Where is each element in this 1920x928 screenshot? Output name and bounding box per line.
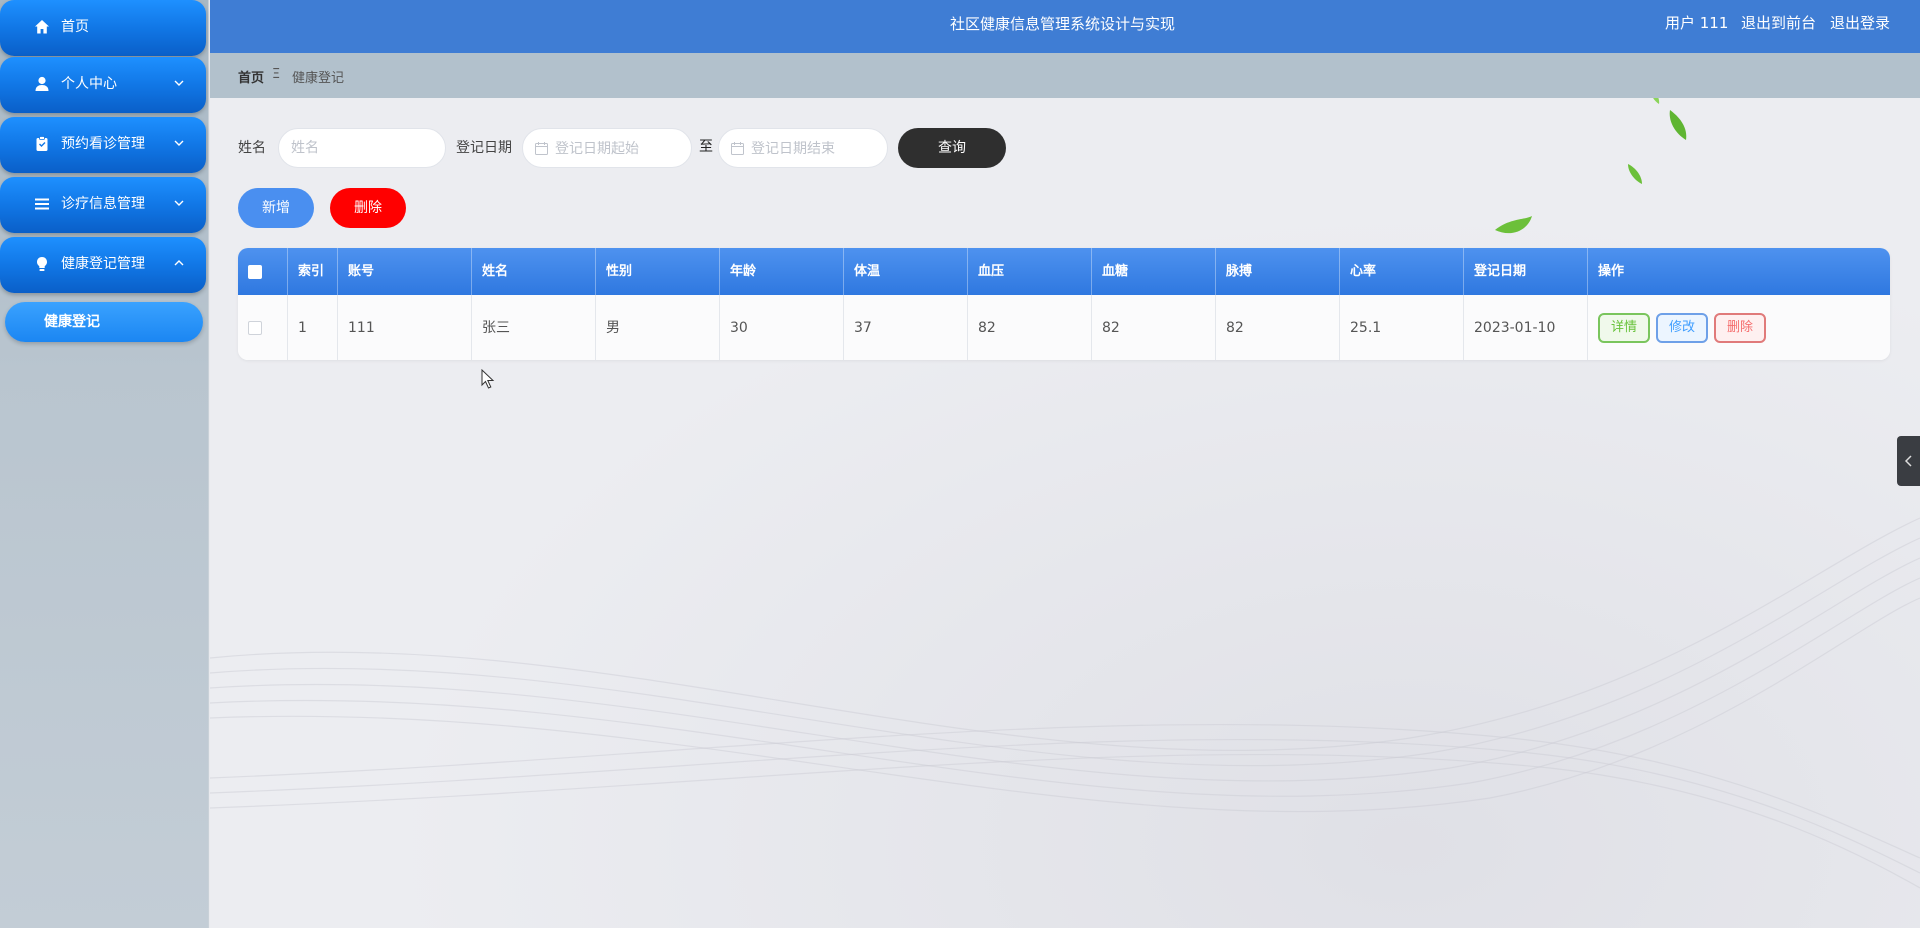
column-header: 姓名: [472, 248, 596, 295]
query-button[interactable]: 查询: [898, 128, 1006, 168]
cell-account: 111: [338, 295, 472, 360]
breadcrumb-home[interactable]: 首页: [238, 67, 264, 86]
select-all-checkbox[interactable]: [248, 265, 262, 279]
date-to-label: 至: [699, 139, 713, 155]
date-label: 登记日期: [456, 140, 512, 156]
column-header: 性别: [596, 248, 720, 295]
cell-actions: 详情 修改 删除: [1588, 295, 1890, 360]
chevron-up-icon: [174, 260, 184, 266]
column-header: 心率: [1340, 248, 1464, 295]
sidebar-item-label: 个人中心: [61, 76, 117, 92]
app-title: 社区健康信息管理系统设计与实现: [950, 15, 1176, 33]
column-header: 体温: [844, 248, 968, 295]
lightbulb-icon: [37, 257, 47, 271]
table-row: 1 111 张三 男 30 37 82 82 82 25.1 2023-01-1…: [238, 295, 1890, 360]
main-content: 姓名 登记日期 登记日期起始 至 登记日期结束 查询 新增 删除 索引 账号: [210, 98, 1920, 928]
cell-age: 30: [720, 295, 844, 360]
row-checkbox[interactable]: [248, 321, 262, 335]
batch-delete-button[interactable]: 删除: [330, 188, 406, 228]
column-header: 血压: [968, 248, 1092, 295]
add-button[interactable]: 新增: [238, 188, 314, 228]
user-icon: [35, 76, 49, 91]
chevron-down-icon: [174, 80, 184, 86]
home-icon: [35, 20, 49, 34]
date-start-picker[interactable]: 登记日期起始: [522, 128, 692, 168]
date-end-placeholder: 登记日期结束: [751, 141, 835, 157]
delete-row-button[interactable]: 删除: [1714, 313, 1766, 343]
name-label: 姓名: [238, 140, 266, 156]
chevron-down-icon: [174, 200, 184, 206]
sidebar-item-personal-center[interactable]: 个人中心: [0, 57, 206, 113]
leaf-icon: [1495, 98, 1687, 234]
sidebar-item-label: 首页: [61, 19, 89, 35]
breadcrumb: 首页 Ξ 健康登记: [210, 53, 1920, 98]
sidebar-item-home[interactable]: 首页: [0, 0, 206, 56]
sidebar-subitem-health-registration[interactable]: 健康登记: [5, 302, 203, 342]
top-header: 社区健康信息管理系统设计与实现 用户 111 退出到前台 退出登录: [210, 0, 1920, 53]
cell-temperature: 37: [844, 295, 968, 360]
cell-date: 2023-01-10: [1464, 295, 1588, 360]
mouse-cursor-icon: [481, 369, 495, 389]
name-search-input[interactable]: [278, 128, 446, 168]
background-decoration: [210, 98, 1920, 889]
column-header: 账号: [338, 248, 472, 295]
user-label: 用户 111: [1665, 14, 1729, 32]
breadcrumb-separator: Ξ: [272, 67, 281, 82]
column-header: 血糖: [1092, 248, 1216, 295]
calendar-icon: [731, 142, 744, 155]
logout-link[interactable]: 退出登录: [1830, 13, 1890, 33]
column-header: 登记日期: [1464, 248, 1588, 295]
select-all-cell: [238, 248, 288, 295]
date-start-placeholder: 登记日期起始: [555, 141, 639, 157]
chevron-down-icon: [174, 140, 184, 146]
cell-gender: 男: [596, 295, 720, 360]
cell-pulse: 82: [1216, 295, 1340, 360]
exit-to-front-link[interactable]: 退出到前台: [1741, 13, 1816, 33]
row-select-cell: [238, 295, 288, 360]
cell-index: 1: [288, 295, 338, 360]
cell-heart-rate: 25.1: [1340, 295, 1464, 360]
chevron-left-icon: [1904, 455, 1912, 467]
data-table: 索引 账号 姓名 性别 年龄 体温 血压 血糖 脉搏 心率 登记日期 操作 1 …: [238, 248, 1890, 360]
column-header: 操作: [1598, 264, 1625, 279]
list-icon: [35, 198, 49, 210]
sidebar-item-label: 预约看诊管理: [61, 136, 145, 152]
sidebar-item-health-registration[interactable]: 健康登记管理: [0, 237, 206, 293]
sidebar-item-label: 诊疗信息管理: [61, 196, 145, 212]
sidebar: 首页 个人中心 预约看诊管理 诊疗信息管理 健康登记管理 健康登记: [0, 0, 209, 928]
cell-name: 张三: [472, 295, 596, 360]
column-header: 索引: [288, 248, 338, 295]
detail-button[interactable]: 详情: [1598, 313, 1650, 343]
edit-button[interactable]: 修改: [1656, 313, 1708, 343]
sidebar-item-diagnosis[interactable]: 诊疗信息管理: [0, 177, 206, 233]
sidebar-subitem-label: 健康登记: [44, 314, 100, 330]
side-panel-toggle[interactable]: [1897, 436, 1920, 486]
date-end-picker[interactable]: 登记日期结束: [718, 128, 888, 168]
cell-blood-sugar: 82: [1092, 295, 1216, 360]
sidebar-item-label: 健康登记管理: [61, 256, 145, 272]
table-header: 索引 账号 姓名 性别 年龄 体温 血压 血糖 脉搏 心率 登记日期 操作: [238, 248, 1890, 295]
column-header: 年龄: [720, 248, 844, 295]
cell-blood-pressure: 82: [968, 295, 1092, 360]
calendar-icon: [535, 142, 548, 155]
sidebar-item-appointment[interactable]: 预约看诊管理: [0, 117, 206, 173]
breadcrumb-current: 健康登记: [292, 71, 345, 86]
clipboard-icon: [36, 136, 48, 151]
column-header: 脉搏: [1216, 248, 1340, 295]
